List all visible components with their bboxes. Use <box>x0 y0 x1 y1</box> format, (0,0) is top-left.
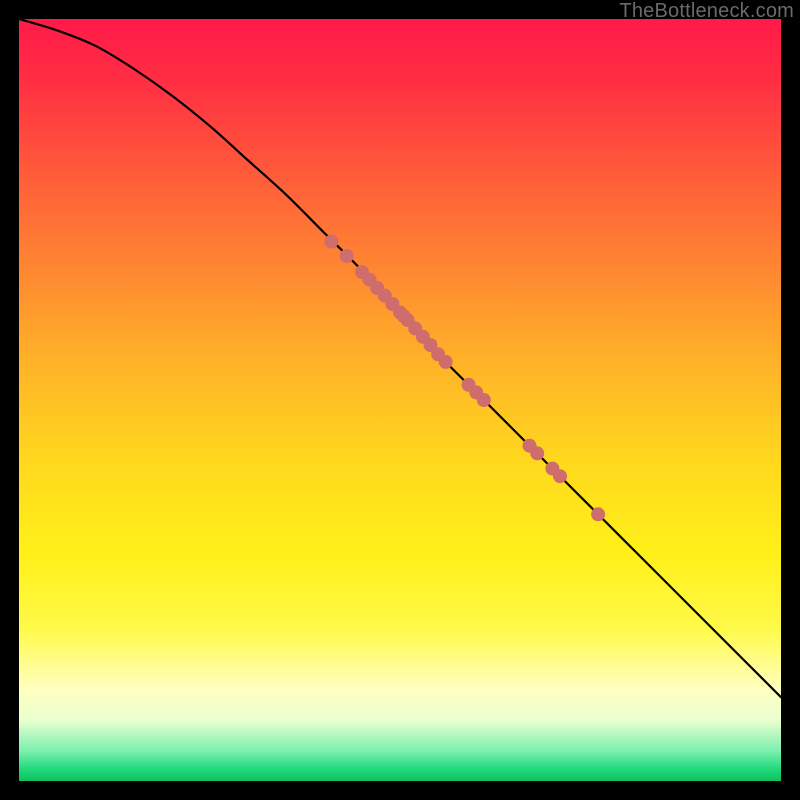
data-point <box>324 235 338 249</box>
data-point <box>340 249 354 263</box>
main-curve <box>19 19 781 697</box>
data-point <box>439 355 453 369</box>
watermark-text: TheBottleneck.com <box>619 0 794 23</box>
chart-overlay <box>19 19 781 781</box>
data-point <box>591 507 605 521</box>
point-cluster <box>324 235 605 522</box>
chart-frame <box>19 19 781 781</box>
data-point <box>553 469 567 483</box>
data-point <box>530 446 544 460</box>
data-point <box>477 393 491 407</box>
